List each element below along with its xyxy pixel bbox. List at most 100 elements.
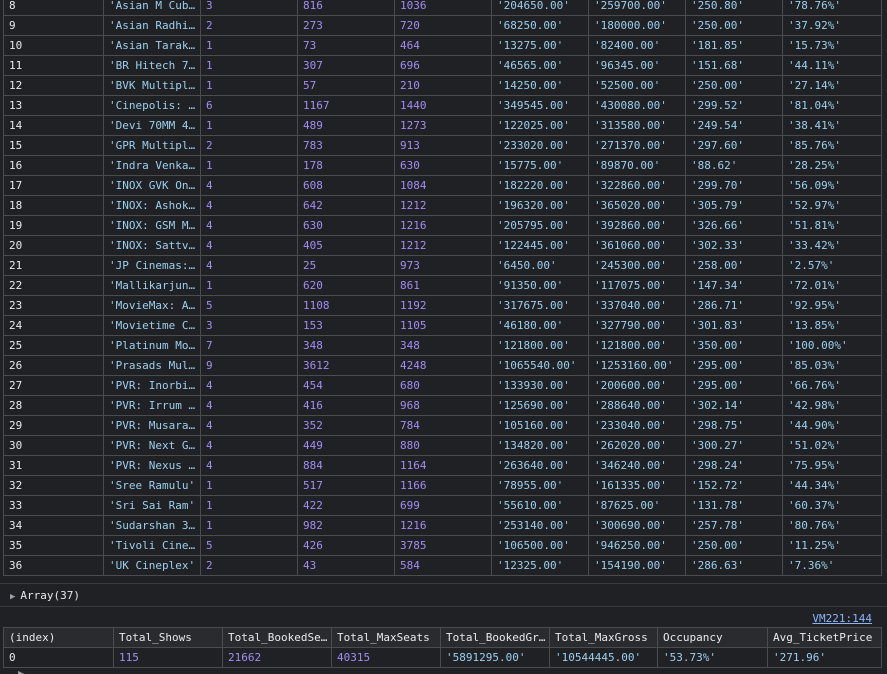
cell-avg-ticket-price: '152.72': [685, 475, 783, 496]
cell-shows: 4: [200, 415, 298, 436]
cell-max-gross: '392860.00': [588, 215, 686, 236]
cell-max-seats: 4248: [394, 355, 492, 376]
column-header[interactable]: (index): [3, 627, 114, 648]
cell-booked-gross: '134820.00': [491, 435, 589, 456]
cell-booked-seats: 422: [297, 495, 395, 516]
column-header[interactable]: Total_MaxSeats: [331, 627, 441, 648]
table-row: 10'Asian Tarakarama'173464'13275.00''824…: [3, 35, 882, 56]
table-row: 26'Prasads Multiplex'936124248'1065540.0…: [3, 355, 882, 376]
cell-row-index: 24: [3, 315, 104, 336]
cell-avg-ticket-price: '295.00': [685, 375, 783, 396]
cell-occupancy: '11.25%': [782, 535, 882, 556]
cell-occupancy: '85.03%': [782, 355, 882, 376]
cell-occupancy: '44.90%': [782, 415, 882, 436]
cell-booked-seats: 449: [297, 435, 395, 456]
cell-avg-ticket-price: '299.52': [685, 95, 783, 116]
cell-booked-gross: '204650.00': [491, 0, 589, 16]
cell-avg-ticket-price: '326.66': [685, 215, 783, 236]
cell-occupancy: '15.73%': [782, 35, 882, 56]
cell-shows: 4: [200, 235, 298, 256]
cell-row-index: 19: [3, 215, 104, 236]
cell-avg-ticket-price: '286.71': [685, 295, 783, 316]
cell-booked-seats: 25: [297, 255, 395, 276]
cell-occupancy: '92.95%': [782, 295, 882, 316]
table-row: 8'Asian M Cube Mall'38161036'204650.00''…: [3, 0, 882, 16]
cell-row-index: 20: [3, 235, 104, 256]
table-row: 19'INOX: GSM Mall'46301216'205795.00''39…: [3, 215, 882, 236]
cell-booked-seats: 884: [297, 455, 395, 476]
cell-row-index: 15: [3, 135, 104, 156]
cell-row-index: 34: [3, 515, 104, 536]
cell-row-index: 25: [3, 335, 104, 356]
cell-max-seats: 348: [394, 335, 492, 356]
cell-avg-ticket-price: '131.78': [685, 495, 783, 516]
cell-booked-gross: '46565.00': [491, 55, 589, 76]
cell-theatre-name: 'INOX: Ashoka': [103, 195, 201, 216]
cell-theatre-name: 'JP Cinemas: Mall': [103, 255, 201, 276]
cell-theatre-name: 'PVR: Nexus Mall': [103, 455, 201, 476]
cell-occupancy: '60.37%': [782, 495, 882, 516]
cell-max-seats: 464: [394, 35, 492, 56]
cell-max-gross: '180000.00': [588, 15, 686, 36]
cell-shows: 2: [200, 15, 298, 36]
cell-booked-seats: 982: [297, 515, 395, 536]
cell-booked-seats: 73: [297, 35, 395, 56]
column-header[interactable]: Total_MaxGross: [549, 627, 658, 648]
cell-max-gross: '82400.00': [588, 35, 686, 56]
table-row: 11'BR Hitech 70MM'1307696'46565.00''9634…: [3, 55, 882, 76]
cell-booked-gross: '253140.00': [491, 515, 589, 536]
cell-booked-seats: 1167: [297, 95, 395, 116]
cell-max-seats: 880: [394, 435, 492, 456]
cell-max-gross: '1253160.00': [588, 355, 686, 376]
source-link[interactable]: VM221:144: [812, 612, 872, 625]
cell-theatre-name: 'Movietime Cinemas': [103, 315, 201, 336]
expand-triangle-icon[interactable]: ▶: [10, 592, 15, 602]
cell-max-gross: '161335.00': [588, 475, 686, 496]
cell-shows: 4: [200, 455, 298, 476]
cell-booked-gross: '6450.00': [491, 255, 589, 276]
array-log-entry[interactable]: ▶ Array(37): [0, 587, 887, 605]
cell-shows: 1: [200, 55, 298, 76]
cell-row-index: 14: [3, 115, 104, 136]
table-row: 16 'Indra Venkata' 1 178 630'15775.00' '89870…: [3, 155, 882, 176]
column-header[interactable]: Avg_TicketPrice: [767, 627, 882, 648]
cell-occupancy: '66.76%': [782, 375, 882, 396]
cell-max-seats: 1166: [394, 475, 492, 496]
table-row: 15 'GPR Multiplex' 2 783 913'233020.00' '2713…: [3, 135, 882, 156]
cell-occupancy: '37.92%': [782, 15, 882, 36]
cell-theatre-name: 'PVR: Next Galleria': [103, 435, 201, 456]
column-header[interactable]: Total_Shows: [113, 627, 223, 648]
divider: [0, 583, 887, 584]
column-header[interactable]: Total_BookedSeats: [222, 627, 332, 648]
cell-row-index: 22: [3, 275, 104, 296]
cell-booked-seats: 405: [297, 235, 395, 256]
cell-max-seats: 720: [394, 15, 492, 36]
cell-occupancy: '72.01%': [782, 275, 882, 296]
cell-row-index: 13: [3, 95, 104, 116]
cell-occupancy: '51.02%': [782, 435, 882, 456]
cell-max-gross: '121800.00': [588, 335, 686, 356]
cell-booked-gross: '317675.00': [491, 295, 589, 316]
cell-max-seats: 968: [394, 395, 492, 416]
cell-booked-seats: 454: [297, 375, 395, 396]
cell-shows: 5: [200, 535, 298, 556]
table-row: 12 'BVK Multiplex' 1 57 210'14250.00' '52500.…: [3, 75, 882, 96]
summary-cell: '53.73%': [657, 647, 768, 668]
cell-row-index: 11: [3, 55, 104, 76]
devtools-console: 8'Asian M Cube Mall'38161036'204650.00''…: [0, 0, 887, 674]
cell-max-gross: '365020.00': [588, 195, 686, 216]
cell-max-gross: '52500.00': [588, 75, 686, 96]
cell-shows: 1: [200, 275, 298, 296]
cell-avg-ticket-price: '249.54': [685, 115, 783, 136]
cell-theatre-name: 'BVK Multiplex': [103, 75, 201, 96]
column-header[interactable]: Occupancy: [657, 627, 768, 648]
column-header[interactable]: Total_BookedGross: [440, 627, 550, 648]
cell-max-seats: 1036: [394, 0, 492, 16]
cell-booked-seats: 517: [297, 475, 395, 496]
table-row: 25'Platinum Movietime'7348348'121800.00'…: [3, 335, 882, 356]
cell-booked-seats: 426: [297, 535, 395, 556]
cell-avg-ticket-price: '298.75': [685, 415, 783, 436]
cell-row-index: 26: [3, 355, 104, 376]
cell-avg-ticket-price: '295.00': [685, 355, 783, 376]
cell-max-gross: '337040.00': [588, 295, 686, 316]
